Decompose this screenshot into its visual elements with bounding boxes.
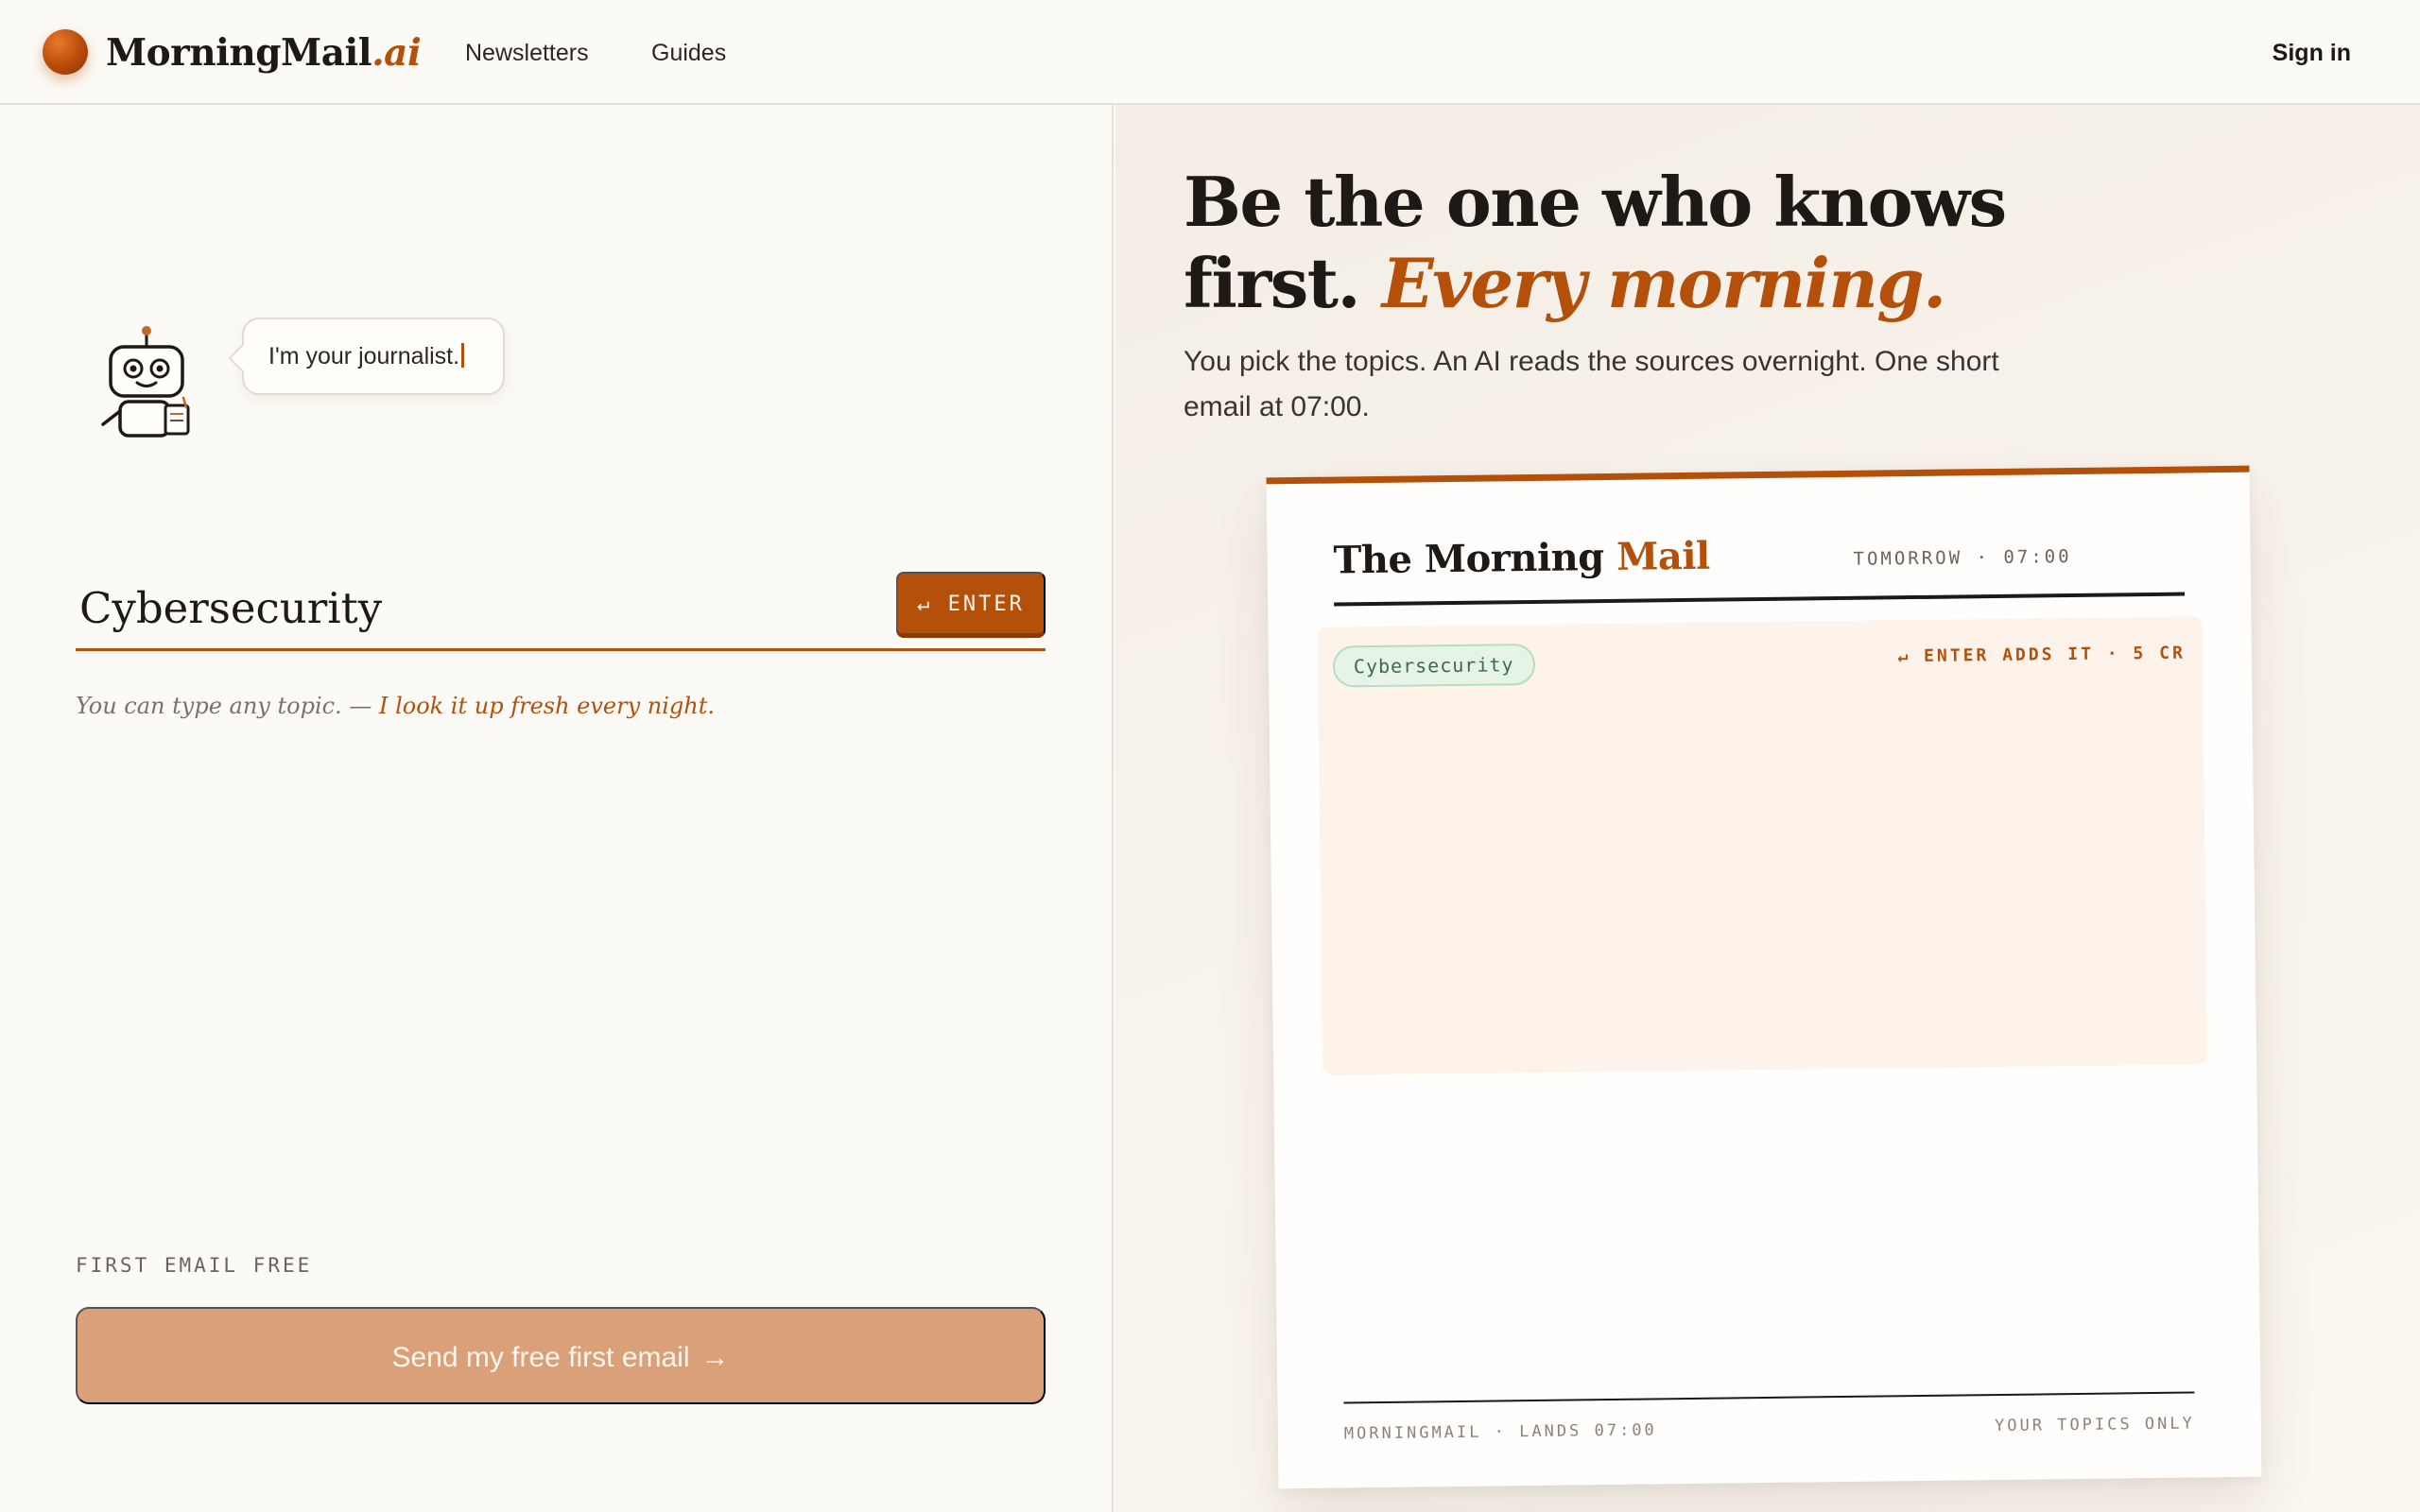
topic-input[interactable] bbox=[79, 577, 855, 638]
topic-chip[interactable]: Cybersecurity bbox=[1332, 643, 1535, 688]
preview-title: The Morning Mail bbox=[1333, 534, 1710, 583]
email-preview-card: The Morning Mail TOMORROW · 07:00 Cybers… bbox=[1266, 465, 2262, 1489]
hero-preview-panel: Be the one who knows first. Every morning… bbox=[1115, 105, 2420, 1512]
brand-logo[interactable]: MorningMail.ai bbox=[106, 26, 422, 79]
journalist-speech-bubble: I'm your journalist. bbox=[242, 318, 505, 395]
hint-prefix: You can type any topic. — bbox=[76, 693, 372, 719]
preview-header-rule bbox=[1334, 592, 2186, 607]
headline-line-1: Be the one who knows bbox=[1184, 162, 2007, 242]
first-email-free-label: FIRST EMAIL FREE bbox=[76, 1254, 313, 1277]
hero-subhead: You pick the topics. An AI reads the sou… bbox=[1184, 346, 1999, 422]
cta-label: Send my free first email bbox=[391, 1342, 690, 1373]
preview-title-accent: Mail bbox=[1616, 533, 1710, 579]
enter-adds-hint: ↵ ENTER ADDS IT · 5 CR bbox=[1897, 643, 2186, 667]
preview-footer-left: MORNINGMAIL · LANDS 07:00 bbox=[1343, 1420, 1657, 1444]
topic-hint: You can type any topic. — I look it up f… bbox=[76, 693, 715, 719]
top-navigation-bar: MorningMail.ai Newsletters Guides Sign i… bbox=[0, 0, 2420, 105]
hint-accent: I look it up fresh every night. bbox=[378, 693, 716, 719]
bubble-text: I'm your journalist. bbox=[268, 343, 460, 369]
brand-name: MorningMail bbox=[106, 31, 372, 75]
preview-footer-right: YOUR TOPICS ONLY bbox=[1994, 1414, 2195, 1436]
topics-drop-zone: Cybersecurity ↵ ENTER ADDS IT · 5 CR bbox=[1317, 616, 2208, 1075]
brand-suffix: .ai bbox=[372, 31, 422, 75]
sign-in-link[interactable]: Sign in bbox=[2273, 34, 2351, 72]
topic-composer-panel: I'm your journalist. ↵ ENTER You can typ… bbox=[0, 105, 1114, 1512]
headline-accent: Every morning. bbox=[1381, 243, 1946, 323]
preview-schedule: TOMORROW · 07:00 bbox=[1853, 545, 2072, 570]
nav-newsletters-link[interactable]: Newsletters bbox=[465, 34, 589, 72]
typing-caret bbox=[461, 343, 465, 369]
hero-headline: Be the one who knows first. Every morning… bbox=[1184, 162, 2318, 324]
preview-title-main: The Morning bbox=[1333, 535, 1604, 583]
enter-topic-button[interactable]: ↵ ENTER bbox=[896, 572, 1046, 638]
robot-icon bbox=[101, 326, 190, 438]
arrow-right-icon: → bbox=[700, 1342, 730, 1373]
headline-line-2: first. bbox=[1184, 243, 1361, 323]
nav-guides-link[interactable]: Guides bbox=[651, 34, 726, 72]
topic-field: ↵ ENTER bbox=[76, 572, 1046, 651]
send-free-email-button[interactable]: Send my free first email → bbox=[76, 1307, 1046, 1404]
logo-sphere-icon[interactable] bbox=[43, 29, 88, 75]
preview-footer-rule bbox=[1343, 1391, 2195, 1404]
